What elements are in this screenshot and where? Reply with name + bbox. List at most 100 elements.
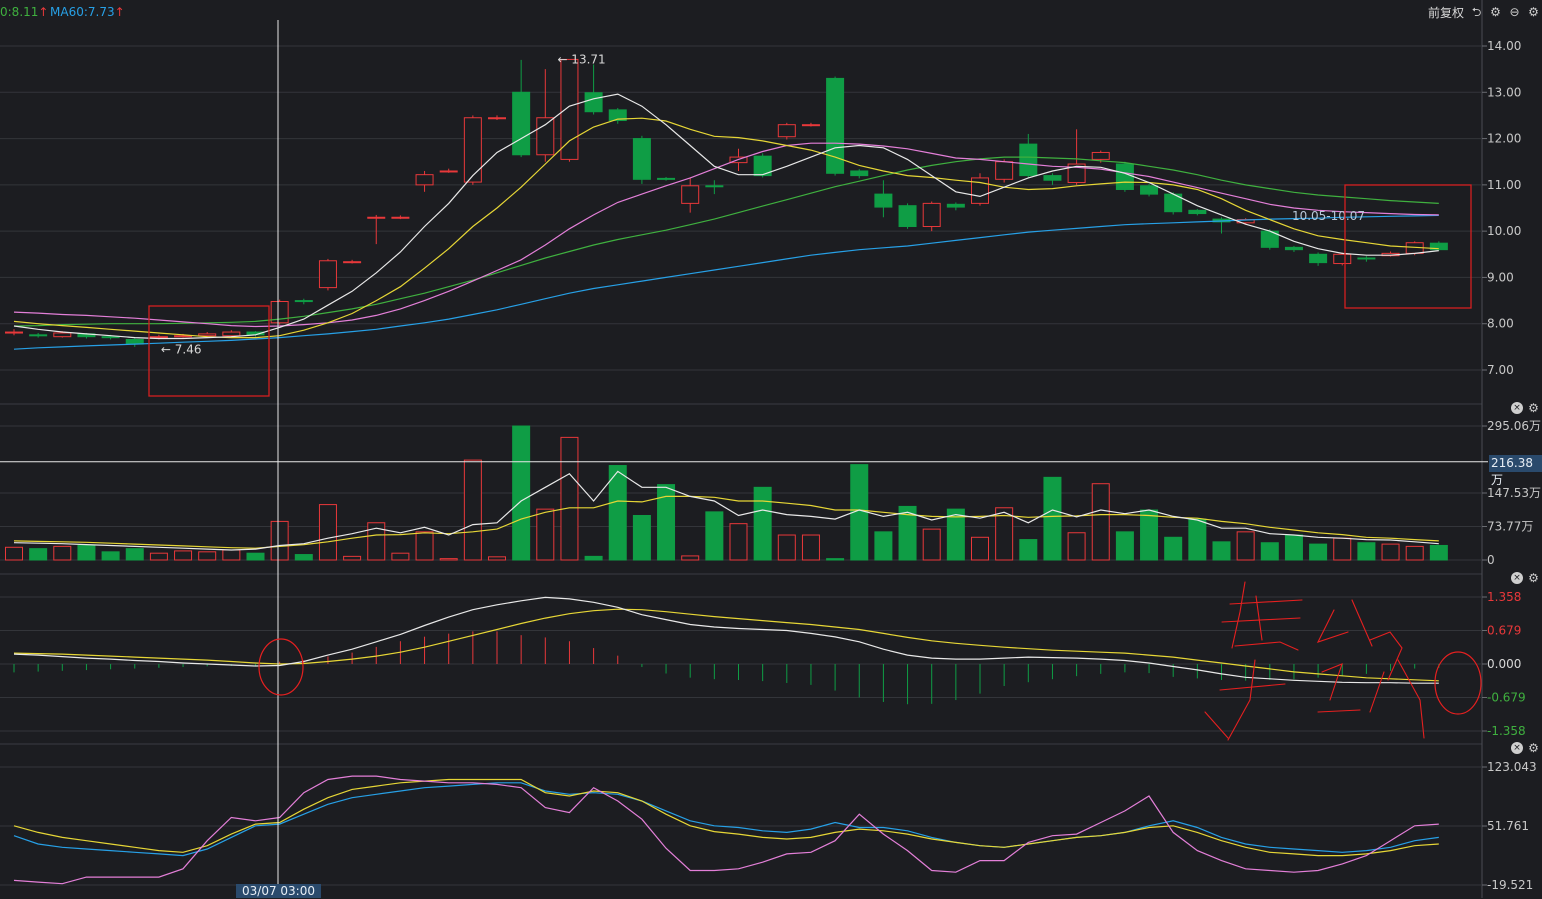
fq-toggle[interactable]: 前复权 bbox=[1428, 4, 1464, 21]
candle-up bbox=[922, 202, 941, 228]
volume-bar-up bbox=[343, 555, 362, 561]
handwriting-stroke bbox=[1234, 641, 1299, 651]
candle-up bbox=[439, 170, 458, 173]
handwriting-stroke bbox=[1231, 581, 1246, 649]
macd-tick-label: -1.358 bbox=[1487, 724, 1526, 738]
volume-bar-up bbox=[1381, 543, 1400, 561]
macd-tick-label: 1.358 bbox=[1487, 590, 1521, 604]
candle-down bbox=[1188, 209, 1207, 215]
annotation-circle-left bbox=[258, 638, 304, 696]
kdj-tick-label: 123.043 bbox=[1487, 760, 1537, 774]
candle-down bbox=[1309, 253, 1328, 264]
candle-down bbox=[632, 138, 651, 180]
volume-bar-down bbox=[1019, 539, 1038, 561]
price-tick-label: 13.00 bbox=[1487, 85, 1521, 99]
candle-up bbox=[1333, 253, 1352, 265]
kdj-tick-label: -19.521 bbox=[1487, 878, 1533, 892]
volume-bar-up bbox=[1067, 532, 1086, 561]
volume-bar-down bbox=[632, 514, 651, 561]
ma60-legend: MA60:7.73↑ bbox=[50, 5, 125, 19]
price-tick-label: 11.00 bbox=[1487, 178, 1521, 192]
handwriting-stroke bbox=[1369, 631, 1403, 681]
minimize-icon[interactable]: ⊖ bbox=[1508, 5, 1521, 19]
volume-bar-up bbox=[391, 552, 410, 561]
candle-up bbox=[536, 117, 555, 156]
volume-bar-up bbox=[1236, 531, 1255, 561]
candle-down bbox=[850, 170, 869, 177]
volume-bar-down bbox=[246, 552, 265, 561]
candle-down bbox=[1043, 175, 1062, 181]
volume-bar-up bbox=[922, 528, 941, 561]
volume-bar-down bbox=[1043, 476, 1062, 561]
candle-down bbox=[1019, 143, 1038, 177]
ma-left-legend: 0:8.11↑ bbox=[0, 5, 48, 19]
volume-bar-up bbox=[463, 459, 482, 561]
volume-bar-up bbox=[415, 531, 434, 561]
candle-down bbox=[874, 193, 893, 208]
volume-bar-up bbox=[149, 552, 168, 561]
volume-bar-down bbox=[512, 425, 531, 561]
volume-bar-down bbox=[1357, 542, 1376, 561]
volume-tick-label: 0 bbox=[1487, 553, 1495, 567]
panel-close-icon[interactable]: × bbox=[1511, 402, 1523, 414]
volume-bar-down bbox=[1260, 542, 1279, 561]
candle-up bbox=[53, 332, 72, 338]
range-label: 10.05-10.07 bbox=[1292, 209, 1365, 223]
kdj-tick-label: 51.761 bbox=[1487, 819, 1529, 833]
volume-bar-up bbox=[488, 556, 506, 561]
candle-up bbox=[995, 161, 1014, 180]
price-tick-label: 10.00 bbox=[1487, 224, 1521, 238]
volume-bar-down bbox=[1429, 544, 1448, 561]
ma60-line bbox=[13, 214, 1439, 350]
volume-bar-down bbox=[125, 548, 144, 561]
volume-bar-up bbox=[777, 534, 796, 561]
candle-down bbox=[584, 92, 603, 113]
volume-bar-up bbox=[270, 520, 289, 561]
kdj-k-line bbox=[13, 778, 1439, 857]
volume-bar-up bbox=[681, 555, 700, 561]
volume-panel-tools: × ⚙ bbox=[1511, 402, 1540, 415]
gear-icon[interactable]: ⚙ bbox=[1527, 5, 1540, 19]
handwriting-stroke bbox=[1316, 609, 1349, 643]
settings-link-icon[interactable]: ⚙ bbox=[1489, 5, 1502, 19]
volume-bar-down bbox=[1212, 541, 1231, 561]
candle-up bbox=[198, 333, 217, 337]
candle-down bbox=[29, 334, 48, 337]
volume-tick-label: 295.06万 bbox=[1487, 419, 1541, 433]
volume-bar-down bbox=[826, 558, 845, 561]
panel-gear-icon[interactable]: ⚙ bbox=[1527, 742, 1540, 755]
candle-down bbox=[898, 205, 917, 228]
candle-up bbox=[801, 124, 820, 127]
price-tick-label: 7.00 bbox=[1487, 363, 1514, 377]
candle-down bbox=[101, 336, 120, 339]
price-tick-label: 8.00 bbox=[1487, 317, 1514, 331]
volume-bar-down bbox=[753, 486, 772, 561]
undo-icon[interactable]: ⮌ bbox=[1470, 5, 1483, 19]
volume-bar-up bbox=[439, 558, 458, 561]
panel-close-icon[interactable]: × bbox=[1511, 572, 1523, 584]
candle-down bbox=[1140, 185, 1159, 195]
handwriting-stroke bbox=[1397, 659, 1425, 739]
crosshair-volume-label: 216.38万 bbox=[1489, 455, 1542, 487]
candle-up bbox=[488, 117, 506, 120]
candle-up bbox=[174, 335, 193, 338]
chart-canvas[interactable]: 14.00 13.00 12.00 11.00 10.00 9.00 8.00 7.00 295… bbox=[0, 0, 1542, 898]
panel-close-icon[interactable]: × bbox=[1511, 742, 1523, 754]
panel-gear-icon[interactable]: ⚙ bbox=[1527, 402, 1540, 415]
volume-bar-up bbox=[1091, 483, 1110, 561]
volume-bar-up bbox=[318, 504, 337, 561]
handwriting-stroke bbox=[1227, 659, 1256, 741]
handwriting-stroke bbox=[1317, 709, 1361, 713]
macd-dif-line bbox=[13, 596, 1439, 684]
panel-gear-icon[interactable]: ⚙ bbox=[1527, 572, 1540, 585]
volume-bar-up bbox=[198, 551, 217, 561]
handwriting-stroke bbox=[1204, 711, 1229, 739]
volume-bar-up bbox=[560, 436, 579, 561]
candle-up bbox=[681, 185, 700, 204]
candle-down bbox=[512, 91, 531, 156]
volume-bar-up bbox=[729, 523, 748, 561]
candle-up bbox=[222, 331, 241, 337]
volume-bar-down bbox=[77, 544, 96, 561]
macd-tick-label: -0.679 bbox=[1487, 691, 1526, 705]
volume-ma5-line bbox=[13, 470, 1439, 551]
